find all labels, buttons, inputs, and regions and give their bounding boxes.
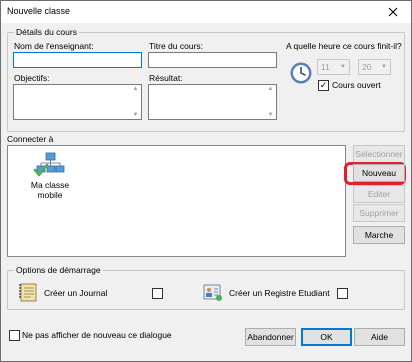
ok-button[interactable]: OK xyxy=(301,328,352,346)
minute-spinner[interactable]: 20 ▼ xyxy=(358,59,391,75)
end-time-label: A quelle heure ce cours finit-il? xyxy=(286,41,402,51)
help-button[interactable]: Aide xyxy=(354,328,405,346)
hour-chevron-down-icon[interactable]: ▼ xyxy=(338,61,348,73)
course-open-label[interactable]: Cours ouvert xyxy=(332,80,381,90)
objectives-label: Objectifs: xyxy=(14,73,50,83)
result-textarea[interactable]: ▲ ▼ xyxy=(148,84,277,120)
teacher-name-input[interactable] xyxy=(13,52,142,68)
hour-value: 11 xyxy=(321,62,330,72)
list-item-label: Ma classe mobile xyxy=(30,180,70,200)
hour-spinner[interactable]: 11 ▼ xyxy=(317,59,350,75)
cancel-button[interactable]: Abandonner xyxy=(245,328,296,346)
dont-show-checkbox[interactable] xyxy=(9,330,20,341)
course-details-legend: Détails du cours xyxy=(14,27,79,37)
result-label: Résultat: xyxy=(149,73,183,83)
start-button[interactable]: Marche xyxy=(353,226,405,244)
register-checkbox[interactable] xyxy=(337,288,348,299)
select-button[interactable]: Sélectionner xyxy=(353,145,405,163)
journal-icon xyxy=(18,282,38,304)
minute-chevron-down-icon[interactable]: ▼ xyxy=(379,61,389,73)
window-title: Nouvelle classe xyxy=(7,6,71,16)
connect-list[interactable]: Ma classe mobile xyxy=(7,145,346,257)
edit-button[interactable]: Editer xyxy=(353,185,405,203)
journal-checkbox[interactable] xyxy=(152,288,163,299)
network-class-icon xyxy=(33,152,67,178)
journal-label: Créer un Journal xyxy=(44,288,108,298)
close-icon[interactable] xyxy=(375,1,411,23)
teacher-label: Nom de l'enseignant: xyxy=(14,41,94,51)
minute-value: 20 xyxy=(362,62,372,72)
course-title-input[interactable] xyxy=(148,52,277,68)
register-label: Créer un Registre Etudiant xyxy=(229,288,330,298)
student-register-icon xyxy=(203,282,223,304)
objectives-textarea[interactable]: ▲ ▼ xyxy=(13,84,142,120)
dialog-window: Nouvelle classe Détails du cours Nom de … xyxy=(0,0,412,362)
delete-button[interactable]: Supprimer xyxy=(353,204,405,222)
clock-icon xyxy=(289,61,313,87)
list-item[interactable]: Ma classe mobile xyxy=(22,152,78,200)
new-button[interactable]: Nouveau xyxy=(353,164,405,182)
title-bar: Nouvelle classe xyxy=(1,1,411,23)
course-open-checkbox[interactable]: ✓ xyxy=(318,80,329,91)
startup-options-legend: Options de démarrage xyxy=(14,265,103,275)
objectives-scrollbar[interactable]: ▲ ▼ xyxy=(131,86,140,118)
dont-show-label[interactable]: Ne pas afficher de nouveau ce dialogue xyxy=(22,330,172,340)
result-scrollbar[interactable]: ▲ ▼ xyxy=(266,86,275,118)
course-title-label: Titre du cours: xyxy=(149,41,204,51)
connect-label: Connecter à xyxy=(7,134,54,144)
